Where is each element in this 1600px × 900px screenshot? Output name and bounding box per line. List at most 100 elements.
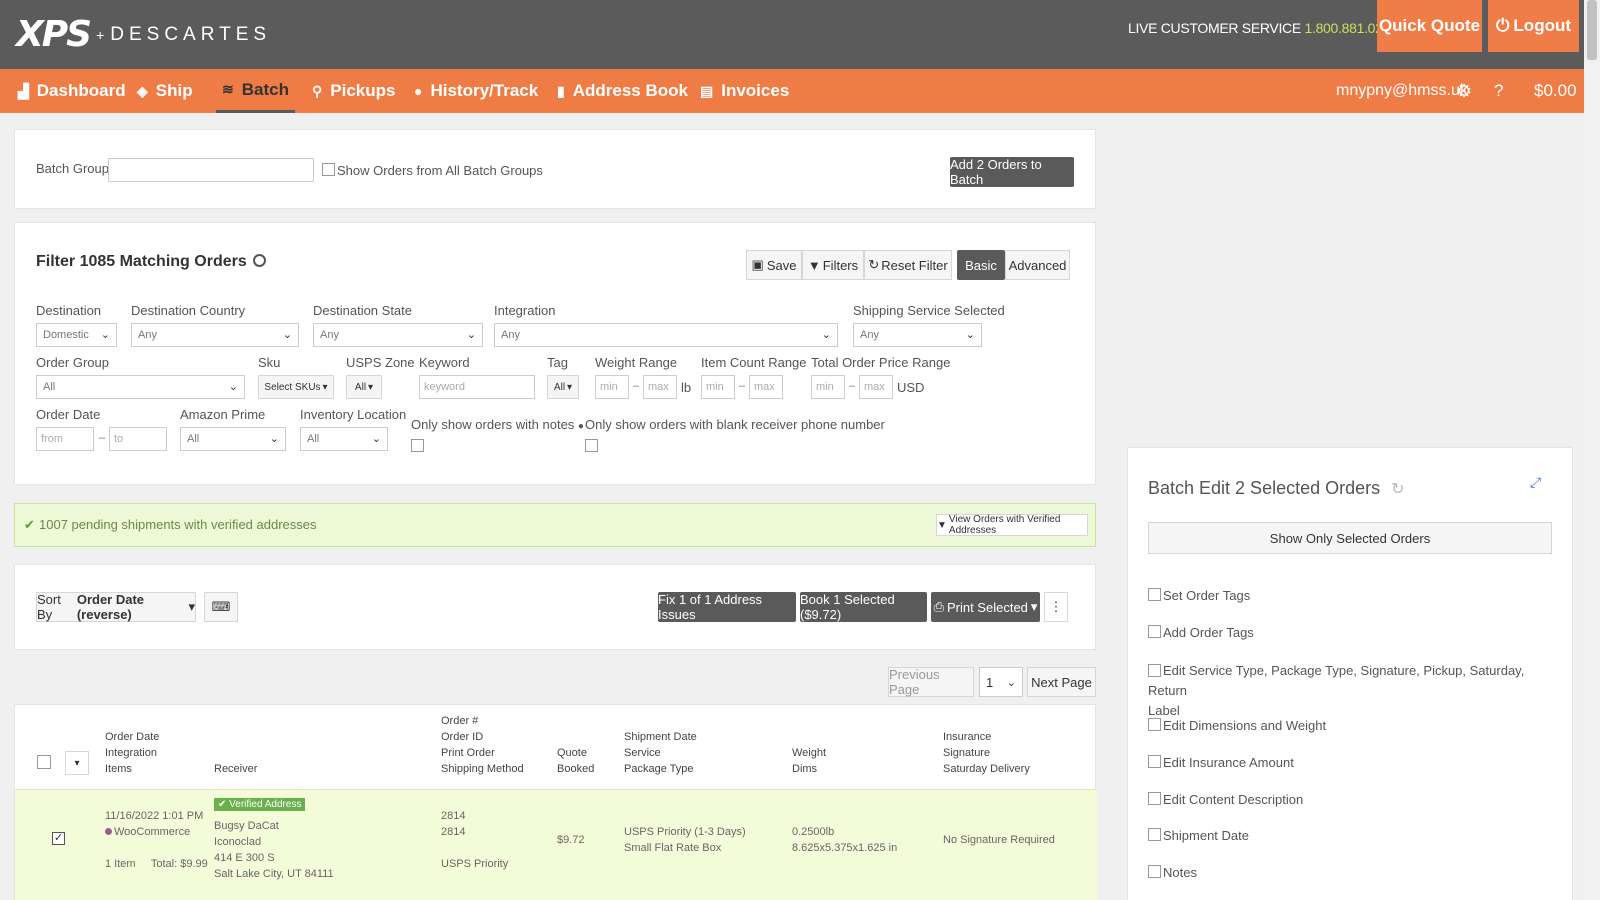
nav-history-track[interactable]: ● History/Track [414,69,538,113]
col-order-date[interactable]: Order Date Integration Items [105,729,159,777]
edit-dimensions-option[interactable]: Edit Dimensions and Weight [1148,718,1326,733]
next-page-button[interactable]: Next Page [1027,667,1096,697]
col-receiver[interactable]: Receiver [214,761,257,777]
row-order-number[interactable]: 2814 [441,808,465,824]
blank-phone-checkbox[interactable] [585,439,598,452]
col-package-type-line: Package Type [624,763,694,775]
logout-button[interactable]: ⏻ Logout [1488,0,1579,52]
add-orders-to-batch-button[interactable]: Add 2 Orders to Batch [950,157,1074,187]
refresh-icon[interactable]: ↻ [1391,481,1404,498]
shipment-date-checkbox[interactable] [1148,828,1161,841]
add-order-tags-option[interactable]: Add Order Tags [1148,625,1254,640]
nav-pickups[interactable]: ⚲ Pickups [312,69,395,113]
option-label: Shipment Date [1163,828,1249,843]
gear-icon[interactable]: ⚙ [1456,69,1472,113]
row-checkbox[interactable]: ✓ [52,832,65,845]
quick-quote-button[interactable]: Quick Quote [1377,0,1482,52]
nav-invoices[interactable]: ▤ Invoices [700,69,789,113]
edit-content-description-checkbox[interactable] [1148,792,1161,805]
chevron-down-icon: ⌄ [100,329,110,341]
col-dims-line: Dims [792,763,818,775]
price-max-input[interactable]: max [859,375,893,399]
set-order-tags-option[interactable]: Set Order Tags [1148,588,1250,603]
show-selected-orders-button[interactable]: Show Only Selected Orders [1148,522,1552,554]
nav-batch[interactable]: ≋ Batch [216,69,295,113]
save-filter-button[interactable]: ▣ Save [746,250,802,280]
order-group-select[interactable]: All ⌄ [36,375,245,399]
order-date-to-input[interactable]: to [109,427,167,451]
order-date-from-input[interactable]: from [36,427,94,451]
destination-select[interactable]: Domestic ⌄ [36,323,117,347]
weight-max-input[interactable]: max [643,375,677,399]
price-min-input[interactable]: min [811,375,845,399]
scrollbar-thumb[interactable] [1587,0,1597,60]
user-email[interactable]: mnypny@hmss.uk [1336,69,1468,113]
loading-circle-icon [253,254,267,267]
caret-down-icon: ▾ [1030,599,1038,614]
nav-address-book[interactable]: ▮ Address Book [557,69,688,113]
col-insurance[interactable]: Insurance Signature Saturday Delivery [943,729,1030,777]
add-order-tags-checkbox[interactable] [1148,625,1161,638]
edit-insurance-option[interactable]: Edit Insurance Amount [1148,755,1294,770]
fix-address-issues-button[interactable]: Fix 1 of 1 Address Issues [658,592,796,622]
batch-group-input[interactable] [108,158,314,182]
previous-page-button[interactable]: Previous Page [888,667,974,697]
col-shipment[interactable]: Shipment Date Service Package Type [624,729,697,777]
view-verified-orders-button[interactable]: ▼ View Orders with Verified Addresses [936,514,1088,536]
shipment-date-option[interactable]: Shipment Date [1148,828,1249,843]
destination-state-select[interactable]: Any ⌄ [313,323,483,347]
edit-service-type-checkbox[interactable] [1148,664,1161,677]
notes-option[interactable]: Notes [1148,865,1197,880]
sort-prefix: Sort By [37,592,61,622]
show-all-batch-groups-checkbox[interactable] [322,163,335,176]
keyword-input[interactable]: keyword [419,375,535,399]
destination-country-select[interactable]: Any ⌄ [131,323,299,347]
order-group-label: Order Group [36,355,109,370]
table-row[interactable]: ✓ 11/16/2022 1:01 PM WooCommerce 1 Item … [15,789,1097,900]
notes-filter-checkbox[interactable] [411,439,424,452]
xps-logo[interactable]: XPS + DESCARTES [16,14,271,55]
keyboard-icon[interactable]: ⌨ [204,592,238,622]
weight-min-input[interactable]: min [595,375,629,399]
edit-insurance-checkbox[interactable] [1148,755,1161,768]
set-order-tags-checkbox[interactable] [1148,588,1161,601]
col-weight[interactable]: Weight Dims [792,745,826,777]
shipping-service-select[interactable]: Any ⌄ [853,323,982,347]
select-skus-button[interactable]: Select SKUs ▾ [258,375,334,399]
col-quote[interactable]: Quote Booked [557,745,594,777]
print-selected-button[interactable]: ⎙ Print Selected ▾ [931,592,1040,622]
col-order[interactable]: Order # Order ID Print Order Shipping Me… [441,713,524,777]
help-icon[interactable]: ? [1494,69,1503,113]
page-select[interactable]: 1 ⌄ [979,667,1023,697]
integration-select[interactable]: Any ⌄ [494,323,838,347]
nav-ship[interactable]: ◈ Ship [137,69,193,113]
row-receiver-name[interactable]: Bugsy DaCat [214,818,279,834]
reset-filter-button[interactable]: ↻ Reset Filter [864,250,952,280]
usps-zone-button[interactable]: All ▾ [346,375,382,399]
scrollbar[interactable] [1584,0,1600,900]
item-min-input[interactable]: min [701,375,735,399]
edit-service-type-option[interactable]: Edit Service Type, Package Type, Signatu… [1148,661,1552,721]
basic-filter-tab[interactable]: Basic [957,250,1005,280]
expand-icon[interactable]: ⤢ [1530,474,1541,491]
filters-label: Filters [822,257,859,273]
advanced-filter-tab[interactable]: Advanced [1005,250,1070,280]
item-max-input[interactable]: max [749,375,783,399]
select-options-dropdown[interactable]: ▾ [65,751,89,775]
more-options-icon[interactable]: ⋮ [1044,592,1068,622]
tag-button[interactable]: All ▾ [547,375,579,399]
select-all-checkbox[interactable] [37,755,51,769]
edit-dimensions-checkbox[interactable] [1148,718,1161,731]
col-quote-line: Quote [557,747,587,759]
edit-content-description-option[interactable]: Edit Content Description [1148,792,1303,807]
nav-dashboard[interactable]: ▟ Dashboard [18,69,126,113]
actions-panel: Sort By Order Date (reverse) ▾ ⌨ Fix 1 o… [14,564,1096,650]
filters-button[interactable]: ▼ Filters [802,250,864,280]
amazon-prime-select[interactable]: All ⌄ [180,427,286,451]
account-balance[interactable]: $0.00 [1534,69,1577,113]
book-selected-button[interactable]: Book 1 Selected ($9.72) [800,592,927,622]
sort-by-dropdown[interactable]: Sort By Order Date (reverse) ▾ [36,592,196,622]
notes-checkbox[interactable] [1148,865,1161,878]
inventory-location-select[interactable]: All ⌄ [300,427,388,451]
chevron-down-icon: ⌄ [466,329,476,341]
